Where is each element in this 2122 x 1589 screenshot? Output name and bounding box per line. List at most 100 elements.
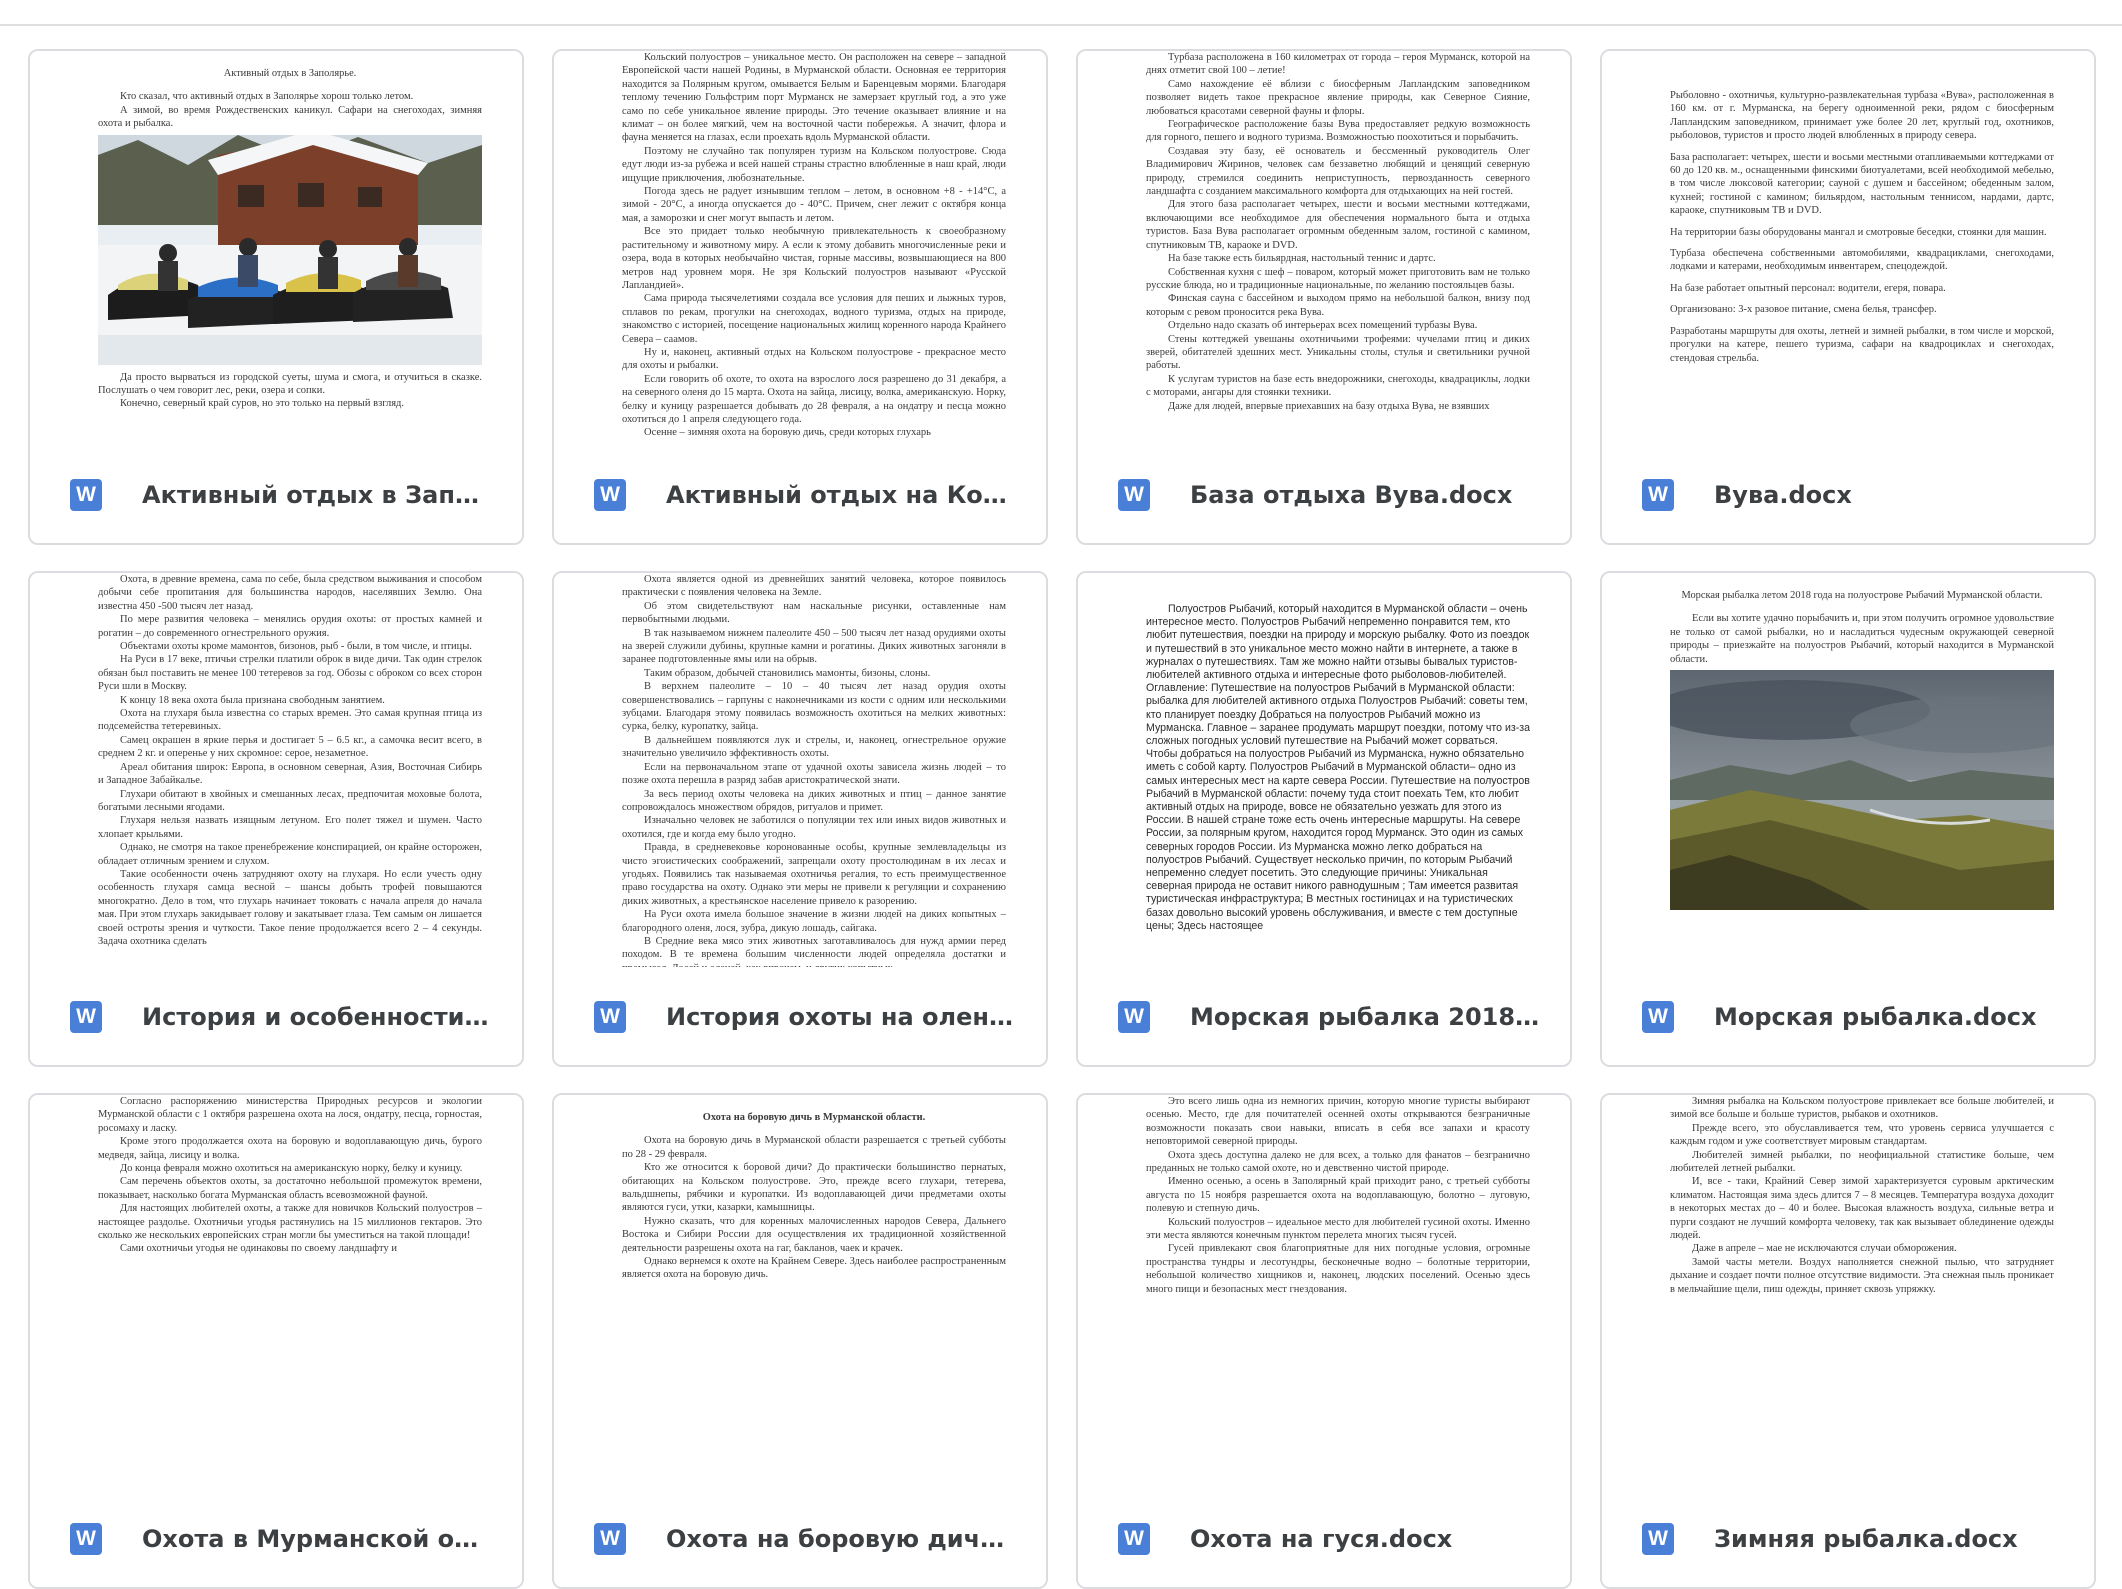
document-paragraph: Стены коттеджей увешаны охотничьими троф… [1146, 333, 1530, 372]
document-paragraph: На территории базы оборудованы мангал и … [1670, 226, 2047, 238]
document-paragraph: Охота на глухаря была известна со старых… [98, 708, 482, 733]
document-paragraph: Ареал обитания широк: Европа, в основном… [98, 761, 482, 787]
document-paragraph: Кольский полуостров – идеальное место дл… [1146, 1216, 1530, 1242]
file-card[interactable]: Рыболовно - охотничья, культурно-развлек… [1600, 49, 2096, 545]
document-paragraph: Разработаны маршруты для охоты, летней и… [1670, 325, 2054, 364]
file-card[interactable]: Активный отдых в Заполярье. Кто сказал, ч… [28, 49, 524, 545]
document-paragraph: Организовано: 3-х разовое питание, смена… [1670, 304, 1937, 316]
document-paragraph: Замой часты метели. Воздух наполняется с… [1670, 1256, 2054, 1295]
file-name: Зимняя рыбалка.docx [1714, 1525, 2018, 1553]
file-card[interactable]: Зимняя рыбалка на Кольском полуострове п… [1600, 1093, 2096, 1589]
file-thumbnail[interactable]: Охота, в древние времена, сама по себе, … [30, 573, 522, 967]
document-title: Активный отдых в Заполярье. [223, 68, 357, 79]
file-label-bar[interactable]: W Вува.docx [1602, 445, 2094, 543]
document-paragraph: Турбаза обеспечена собственными автомоби… [1670, 248, 2054, 273]
document-preview: Рыболовно - охотничья, культурно-развлек… [1670, 51, 2054, 445]
document-paragraph: Если говорить об охоте, то охота на взро… [622, 373, 1006, 425]
file-name: Охота на гуся.docx [1190, 1525, 1453, 1553]
file-name: История охоты на оленя и лося.docx [666, 1003, 1016, 1031]
document-paragraph: Ну и, наконец, активный отдых на Кольско… [622, 346, 1006, 372]
file-label-bar[interactable]: W Охота на гуся.docx [1078, 1489, 1570, 1587]
document-paragraph: На базе работает опытный персонал: водит… [1670, 282, 1946, 294]
file-thumbnail[interactable]: Кольский полуостров – уникальное место. … [554, 51, 1046, 445]
coast-landscape-photo [1670, 670, 2054, 911]
document-paragraph: Да просто вырваться из городской суеты, … [98, 371, 482, 397]
word-doc-icon: W [594, 1523, 626, 1555]
file-thumbnail[interactable]: Морская рыбалка летом 2018 года на полуо… [1602, 573, 2094, 967]
document-paragraph: В дальнейшем появляются лук и стрелы, и,… [622, 734, 1006, 760]
file-thumbnail[interactable]: Активный отдых в Заполярье. Кто сказал, ч… [30, 51, 522, 445]
document-preview: Зимняя рыбалка на Кольском полуострове п… [1670, 1095, 2054, 1489]
document-paragraph: Если вы хотите удачно порыбачить и, при … [1670, 613, 2054, 665]
file-name: История и особенности охоты на глухаря.d… [142, 1003, 492, 1031]
file-thumbnail[interactable]: Турбаза расположена в 160 километрах от … [1078, 51, 1570, 445]
document-paragraph: Такие особенности очень затрудняют охоту… [98, 868, 482, 947]
document-paragraph: Охота, в древние времена, сама по себе, … [98, 574, 482, 612]
word-doc-icon: W [70, 479, 102, 511]
file-name: Морская рыбалка.docx [1714, 1003, 2037, 1031]
document-paragraph: Собственная кухня с шеф – поваром, котор… [1146, 266, 1530, 291]
document-paragraph: Осенне – зимняя охота на боровую дичь, с… [644, 427, 931, 439]
document-paragraph: Охота здесь доступна далеко не для всех,… [1146, 1149, 1530, 1175]
document-paragraph: Глухари обитают в хвойных и смешанных ле… [98, 788, 482, 813]
word-doc-icon: W [594, 479, 626, 511]
document-preview: Охота является одной из древнейших занят… [622, 573, 1006, 967]
document-paragraph: Зимняя рыбалка на Кольском полуострове п… [1670, 1096, 2054, 1121]
document-paragraph: Рыболовно - охотничья, культурно-развлек… [1670, 90, 2054, 142]
file-label-bar[interactable]: W Морская рыбалка 2018.docx [1078, 967, 1570, 1065]
file-label-bar[interactable]: W Зимняя рыбалка.docx [1602, 1489, 2094, 1587]
file-label-bar[interactable]: W Активный отдых на Кольском полуострове.… [554, 445, 1046, 543]
document-paragraph: На Руси охота имела большое значение в ж… [622, 909, 1006, 934]
document-paragraph: База располагает: четырех, шести и восьм… [1670, 151, 2054, 217]
word-doc-icon: W [1118, 479, 1150, 511]
document-preview: Это всего лишь одна из немногих причин, … [1146, 1095, 1530, 1489]
file-card[interactable]: Охота, в древние времена, сама по себе, … [28, 571, 524, 1067]
file-card[interactable]: Полуостров Рыбачий, который находится в … [1076, 571, 1572, 1067]
file-thumbnail[interactable]: Согласно распоряжению министерства Приро… [30, 1095, 522, 1489]
document-paragraph: К услугам туристов на базе есть внедорож… [1146, 373, 1530, 399]
document-paragraph: Отдельно надо сказать об интерьерах всех… [1168, 320, 1478, 332]
word-doc-icon: W [1118, 1001, 1150, 1033]
file-thumbnail[interactable]: Это всего лишь одна из немногих причин, … [1078, 1095, 1570, 1489]
file-card[interactable]: Морская рыбалка летом 2018 года на полуо… [1600, 571, 2096, 1067]
file-name: Морская рыбалка 2018.docx [1190, 1003, 1540, 1031]
top-divider [0, 24, 2122, 26]
file-name: База отдыха Вува.docx [1190, 481, 1513, 509]
document-preview: Турбаза расположена в 160 километрах от … [1146, 51, 1530, 445]
file-name: Вува.docx [1714, 481, 1852, 509]
file-card[interactable]: Согласно распоряжению министерства Приро… [28, 1093, 524, 1589]
file-card[interactable]: Кольский полуостров – уникальное место. … [552, 49, 1048, 545]
document-paragraph: В верхнем палеолите – 10 – 40 тысяч лет … [622, 681, 1006, 733]
document-paragraph: Кто же относится к боровой дичи? До прак… [622, 1162, 1006, 1214]
file-label-bar[interactable]: W История охоты на оленя и лося.docx [554, 967, 1046, 1065]
file-label-bar[interactable]: W Морская рыбалка.docx [1602, 967, 2094, 1065]
document-paragraph: В так называемом нижнем палеолите 450 – … [622, 627, 1006, 666]
file-card[interactable]: Охота является одной из древнейших занят… [552, 571, 1048, 1067]
document-paragraph: Прежде всего, это обуславливается тем, ч… [1670, 1122, 2054, 1148]
document-preview: Активный отдых в Заполярье. Кто сказал, ч… [98, 51, 482, 445]
document-preview: Охота, в древние времена, сама по себе, … [98, 573, 482, 967]
document-paragraph: Географическое расположение базы Вува пр… [1146, 119, 1530, 144]
document-paragraph: Об этом свидетельствуют нам наскальные р… [622, 600, 1006, 626]
document-paragraph: Создавая эту базу, её основатель и бессм… [1146, 145, 1530, 198]
file-label-bar[interactable]: W Активный отдых в Заполярье.docx [30, 445, 522, 543]
file-label-bar[interactable]: W История и особенности охоты на глухаря.… [30, 967, 522, 1065]
file-thumbnail[interactable]: Охота является одной из древнейших занят… [554, 573, 1046, 967]
document-paragraph: Охота является одной из древнейших занят… [622, 574, 1006, 599]
file-label-bar[interactable]: W База отдыха Вува.docx [1078, 445, 1570, 543]
document-paragraph: Все это придает только необычную привлек… [622, 226, 1006, 291]
document-paragraph: И, все - таки, Крайний Север зимой харак… [1670, 1176, 2054, 1242]
document-paragraph: За весь период охоты человека на диких ж… [622, 788, 1006, 813]
file-thumbnail[interactable]: Зимняя рыбалка на Кольском полуострове п… [1602, 1095, 2094, 1489]
file-name: Охота в Мурманской области.docx [142, 1525, 492, 1553]
file-card[interactable]: Охота на боровую дичь в Мурманской облас… [552, 1093, 1048, 1589]
file-card[interactable]: Турбаза расположена в 160 километрах от … [1076, 49, 1572, 545]
file-thumbnail[interactable]: Охота на боровую дичь в Мурманской облас… [554, 1095, 1046, 1489]
file-label-bar[interactable]: W Охота в Мурманской области.docx [30, 1489, 522, 1587]
file-thumbnail[interactable]: Рыболовно - охотничья, культурно-развлек… [1602, 51, 2094, 445]
document-paragraph: Если на первоначальном этапе от удачной … [622, 761, 1006, 787]
word-doc-icon: W [1642, 479, 1674, 511]
file-card[interactable]: Это всего лишь одна из немногих причин, … [1076, 1093, 1572, 1589]
file-label-bar[interactable]: W Охота на боровую дичь.docx [554, 1489, 1046, 1587]
file-thumbnail[interactable]: Полуостров Рыбачий, который находится в … [1078, 573, 1570, 967]
